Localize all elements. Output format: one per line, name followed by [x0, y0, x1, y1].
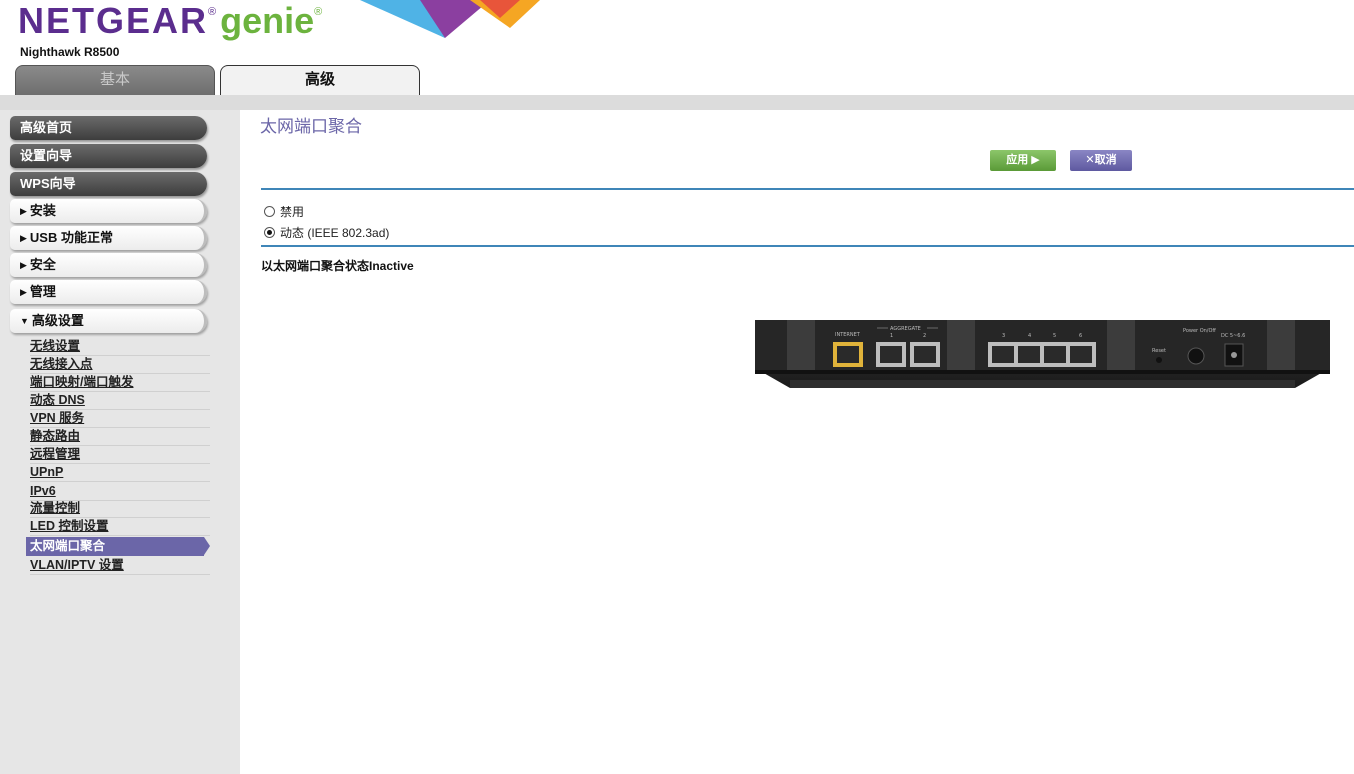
- reset-label: Reset: [1152, 348, 1166, 354]
- sidebar-item-led-control[interactable]: LED 控制设置: [30, 518, 210, 536]
- sidebar-item-wireless-settings[interactable]: 无线设置: [30, 338, 210, 356]
- sidebar-item-traffic-control[interactable]: 流量控制: [30, 500, 210, 518]
- sidebar-item-port-aggregation[interactable]: 太网端口聚合: [26, 537, 210, 556]
- expand-arrow-icon: ▶: [20, 206, 27, 216]
- agg-port-1-label: 1: [890, 333, 893, 339]
- option-dynamic[interactable]: 动态 (IEEE 802.3ad): [264, 224, 389, 241]
- section-label: 安装: [29, 203, 56, 218]
- option-disable-label: 禁用: [280, 205, 305, 219]
- registered-mark: ®: [208, 6, 217, 18]
- sidebar-section-usb[interactable]: ▶ USB 功能正常: [10, 226, 207, 250]
- aggregate-label: AGGREGATE: [890, 326, 921, 332]
- brand-name: NETGEAR: [18, 0, 209, 41]
- radio-dynamic[interactable]: [264, 227, 275, 238]
- sidebar-item-vlan-iptv[interactable]: VLAN/IPTV 设置: [30, 557, 210, 575]
- logo-decoration-icon: [360, 0, 540, 38]
- lan-port-5-label: 5: [1053, 333, 1056, 339]
- dc-label: DC 5~6.6: [1221, 333, 1245, 339]
- sidebar-item-ipv6[interactable]: IPv6: [30, 483, 210, 501]
- brand-suffix: genie: [220, 0, 315, 41]
- lan-port-6-label: 6: [1079, 333, 1082, 339]
- expand-arrow-icon: ▶: [20, 260, 27, 270]
- sidebar-item-wireless-ap[interactable]: 无线接入点: [30, 356, 210, 374]
- radio-disable[interactable]: [264, 206, 275, 217]
- divider-top: [261, 188, 1354, 190]
- option-disable[interactable]: 禁用: [264, 203, 304, 220]
- option-dynamic-label: 动态 (IEEE 802.3ad): [280, 226, 390, 240]
- sidebar-item-setup-wizard[interactable]: 设置向导: [10, 144, 207, 168]
- sidebar-item-advanced-home[interactable]: 高级首页: [10, 116, 207, 140]
- tab-underline-bar: [0, 95, 1354, 110]
- tab-basic[interactable]: 基本: [15, 65, 215, 96]
- section-label: USB 功能正常: [29, 230, 113, 245]
- router-model: Nighthawk R8500: [20, 45, 120, 59]
- agg-port-2-label: 2: [923, 333, 926, 339]
- lan-port-4-label: 4: [1028, 333, 1031, 339]
- power-label: Power On/Off: [1183, 328, 1216, 334]
- sidebar: 高级首页 设置向导 WPS向导 ▶ 安装 ▶ USB 功能正常 ▶ 安全 ▶ 管理 ▼ 高…: [0, 110, 240, 774]
- expand-arrow-icon: ▶: [20, 233, 27, 243]
- header: NETGEAR ® genie ® Nighthawk R8500 基本 高级: [0, 0, 1354, 96]
- netgear-genie-logo: NETGEAR ® genie ®: [18, 0, 322, 44]
- sidebar-item-port-forwarding[interactable]: 端口映射/端口触发: [30, 374, 210, 392]
- section-label: 安全: [29, 257, 56, 272]
- sidebar-section-security[interactable]: ▶ 安全: [10, 253, 207, 277]
- divider-bottom: [261, 245, 1354, 247]
- sidebar-item-wps-wizard[interactable]: WPS向导: [10, 172, 207, 196]
- collapse-arrow-icon: ▼: [20, 316, 29, 326]
- expand-arrow-icon: ▶: [20, 287, 27, 297]
- sidebar-section-setup[interactable]: ▶ 安装: [10, 199, 207, 223]
- apply-button[interactable]: 应用 ▶: [990, 150, 1056, 171]
- internet-port-label: INTERNET: [835, 332, 861, 338]
- lan-port-3-label: 3: [1002, 333, 1005, 339]
- cancel-button[interactable]: ✕取消: [1070, 150, 1132, 171]
- sidebar-section-admin[interactable]: ▶ 管理: [10, 280, 207, 304]
- sidebar-item-upnp[interactable]: UPnP: [30, 464, 210, 482]
- sidebar-item-dynamic-dns[interactable]: 动态 DNS: [30, 392, 210, 410]
- section-label: 高级设置: [31, 313, 84, 328]
- page-title: 太网端口聚合: [260, 117, 362, 136]
- section-label: 管理: [29, 284, 56, 299]
- aggregation-status: 以太网端口聚合状态Inactive: [261, 259, 414, 273]
- sidebar-item-vpn[interactable]: VPN 服务: [30, 410, 210, 428]
- sidebar-item-static-routes[interactable]: 静态路由: [30, 428, 210, 446]
- tab-advanced[interactable]: 高级: [220, 65, 420, 96]
- sidebar-item-remote-management[interactable]: 远程管理: [30, 446, 210, 464]
- router-back-panel-image: INTERNET AGGREGATE 1 2 3 4 5 6 Reset Pow…: [755, 320, 1330, 388]
- registered-mark-2: ®: [314, 6, 323, 18]
- sidebar-section-advanced-settings[interactable]: ▼ 高级设置: [10, 309, 207, 333]
